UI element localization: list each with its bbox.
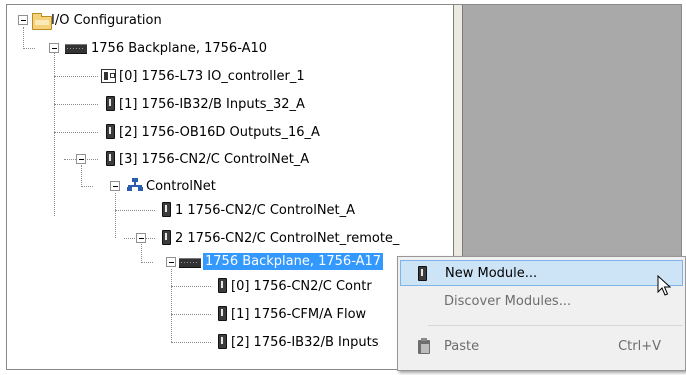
backplane-icon xyxy=(179,258,201,268)
io-tree-pane: I/O Configuration 1756 Backplane, 1756-A… xyxy=(7,5,453,369)
collapse-toggle-node-2[interactable] xyxy=(136,233,146,243)
tree-line xyxy=(54,132,98,133)
network-icon xyxy=(127,178,143,192)
tree-item-controlnet-network[interactable]: ControlNet xyxy=(146,178,216,195)
io-module-icon xyxy=(218,306,227,321)
controller-icon xyxy=(101,69,116,83)
tree-item-node-1[interactable]: 1 1756-CN2/C ControlNet_A xyxy=(175,202,355,219)
collapse-toggle-io-configuration[interactable] xyxy=(18,15,28,25)
menu-item-label: Paste xyxy=(444,339,480,354)
io-module-icon xyxy=(106,151,115,166)
tree-item-slot-1-inputs[interactable]: [1] 1756-IB32/B Inputs_32_A xyxy=(119,96,305,113)
tree-line xyxy=(81,165,82,185)
tree-line xyxy=(81,186,93,187)
tree-line xyxy=(115,193,116,238)
tree-line xyxy=(141,244,142,263)
tree-line xyxy=(54,104,98,105)
tree-line xyxy=(54,76,98,77)
tree-item-node-2[interactable]: 2 1756-CN2/C ControlNet_remote_ xyxy=(175,230,399,247)
io-module-icon xyxy=(162,202,171,217)
tree-item-remote-backplane[interactable]: 1756 Backplane, 1756-A17 xyxy=(203,253,384,270)
tree-item-slot-0-controller[interactable]: [0] 1756-L73 IO_controller_1 xyxy=(119,68,305,85)
io-module-icon xyxy=(218,278,227,293)
tree-item-remote-slot-1[interactable]: [1] 1756-CFM/A Flow xyxy=(231,306,366,323)
collapse-toggle-remote-backplane[interactable] xyxy=(166,257,176,267)
tree-line xyxy=(171,314,211,315)
menu-separator xyxy=(428,325,683,326)
backplane-icon xyxy=(65,44,87,54)
tree-line xyxy=(54,53,55,216)
tree-line xyxy=(23,27,24,47)
tree-item-io-configuration[interactable]: I/O Configuration xyxy=(51,12,162,29)
mouse-pointer-icon xyxy=(657,275,671,296)
io-module-icon xyxy=(106,124,115,139)
tree-item-slot-3-controlnet[interactable]: [3] 1756-CN2/C ControlNet_A xyxy=(119,151,309,168)
tree-item-remote-slot-0[interactable]: [0] 1756-CN2/C Contr xyxy=(231,278,372,295)
paste-icon xyxy=(418,338,430,354)
tree-line xyxy=(171,269,172,342)
menu-item-new-module[interactable]: New Module... xyxy=(400,260,683,286)
tree-line xyxy=(171,342,211,343)
menu-item-label: Discover Modules... xyxy=(444,294,572,309)
collapse-toggle-controlnet-network[interactable] xyxy=(110,181,120,191)
tree-item-slot-2-outputs[interactable]: [2] 1756-OB16D Outputs_16_A xyxy=(119,124,320,141)
tree-line xyxy=(23,48,35,49)
io-module-icon xyxy=(162,230,171,245)
io-module-icon xyxy=(106,96,115,111)
tree-line xyxy=(141,262,153,263)
menu-item-paste[interactable]: Paste Ctrl+V xyxy=(400,334,683,360)
menu-item-discover-modules[interactable]: Discover Modules... xyxy=(400,289,683,315)
collapse-toggle-controlnet-module[interactable] xyxy=(76,154,86,164)
io-module-icon xyxy=(218,334,227,349)
io-module-icon xyxy=(418,266,427,281)
tree-line xyxy=(115,210,155,211)
collapse-toggle-backplane[interactable] xyxy=(49,43,59,53)
folder-icon xyxy=(32,13,52,30)
menu-item-label: New Module... xyxy=(445,266,538,281)
tree-item-remote-slot-2[interactable]: [2] 1756-IB32/B Inputs xyxy=(231,334,378,351)
tree-line xyxy=(171,286,211,287)
menu-item-shortcut: Ctrl+V xyxy=(618,339,661,354)
context-menu: New Module... Discover Modules... Paste … xyxy=(397,256,686,371)
tree-item-backplane-a10[interactable]: 1756 Backplane, 1756-A10 xyxy=(91,40,267,57)
